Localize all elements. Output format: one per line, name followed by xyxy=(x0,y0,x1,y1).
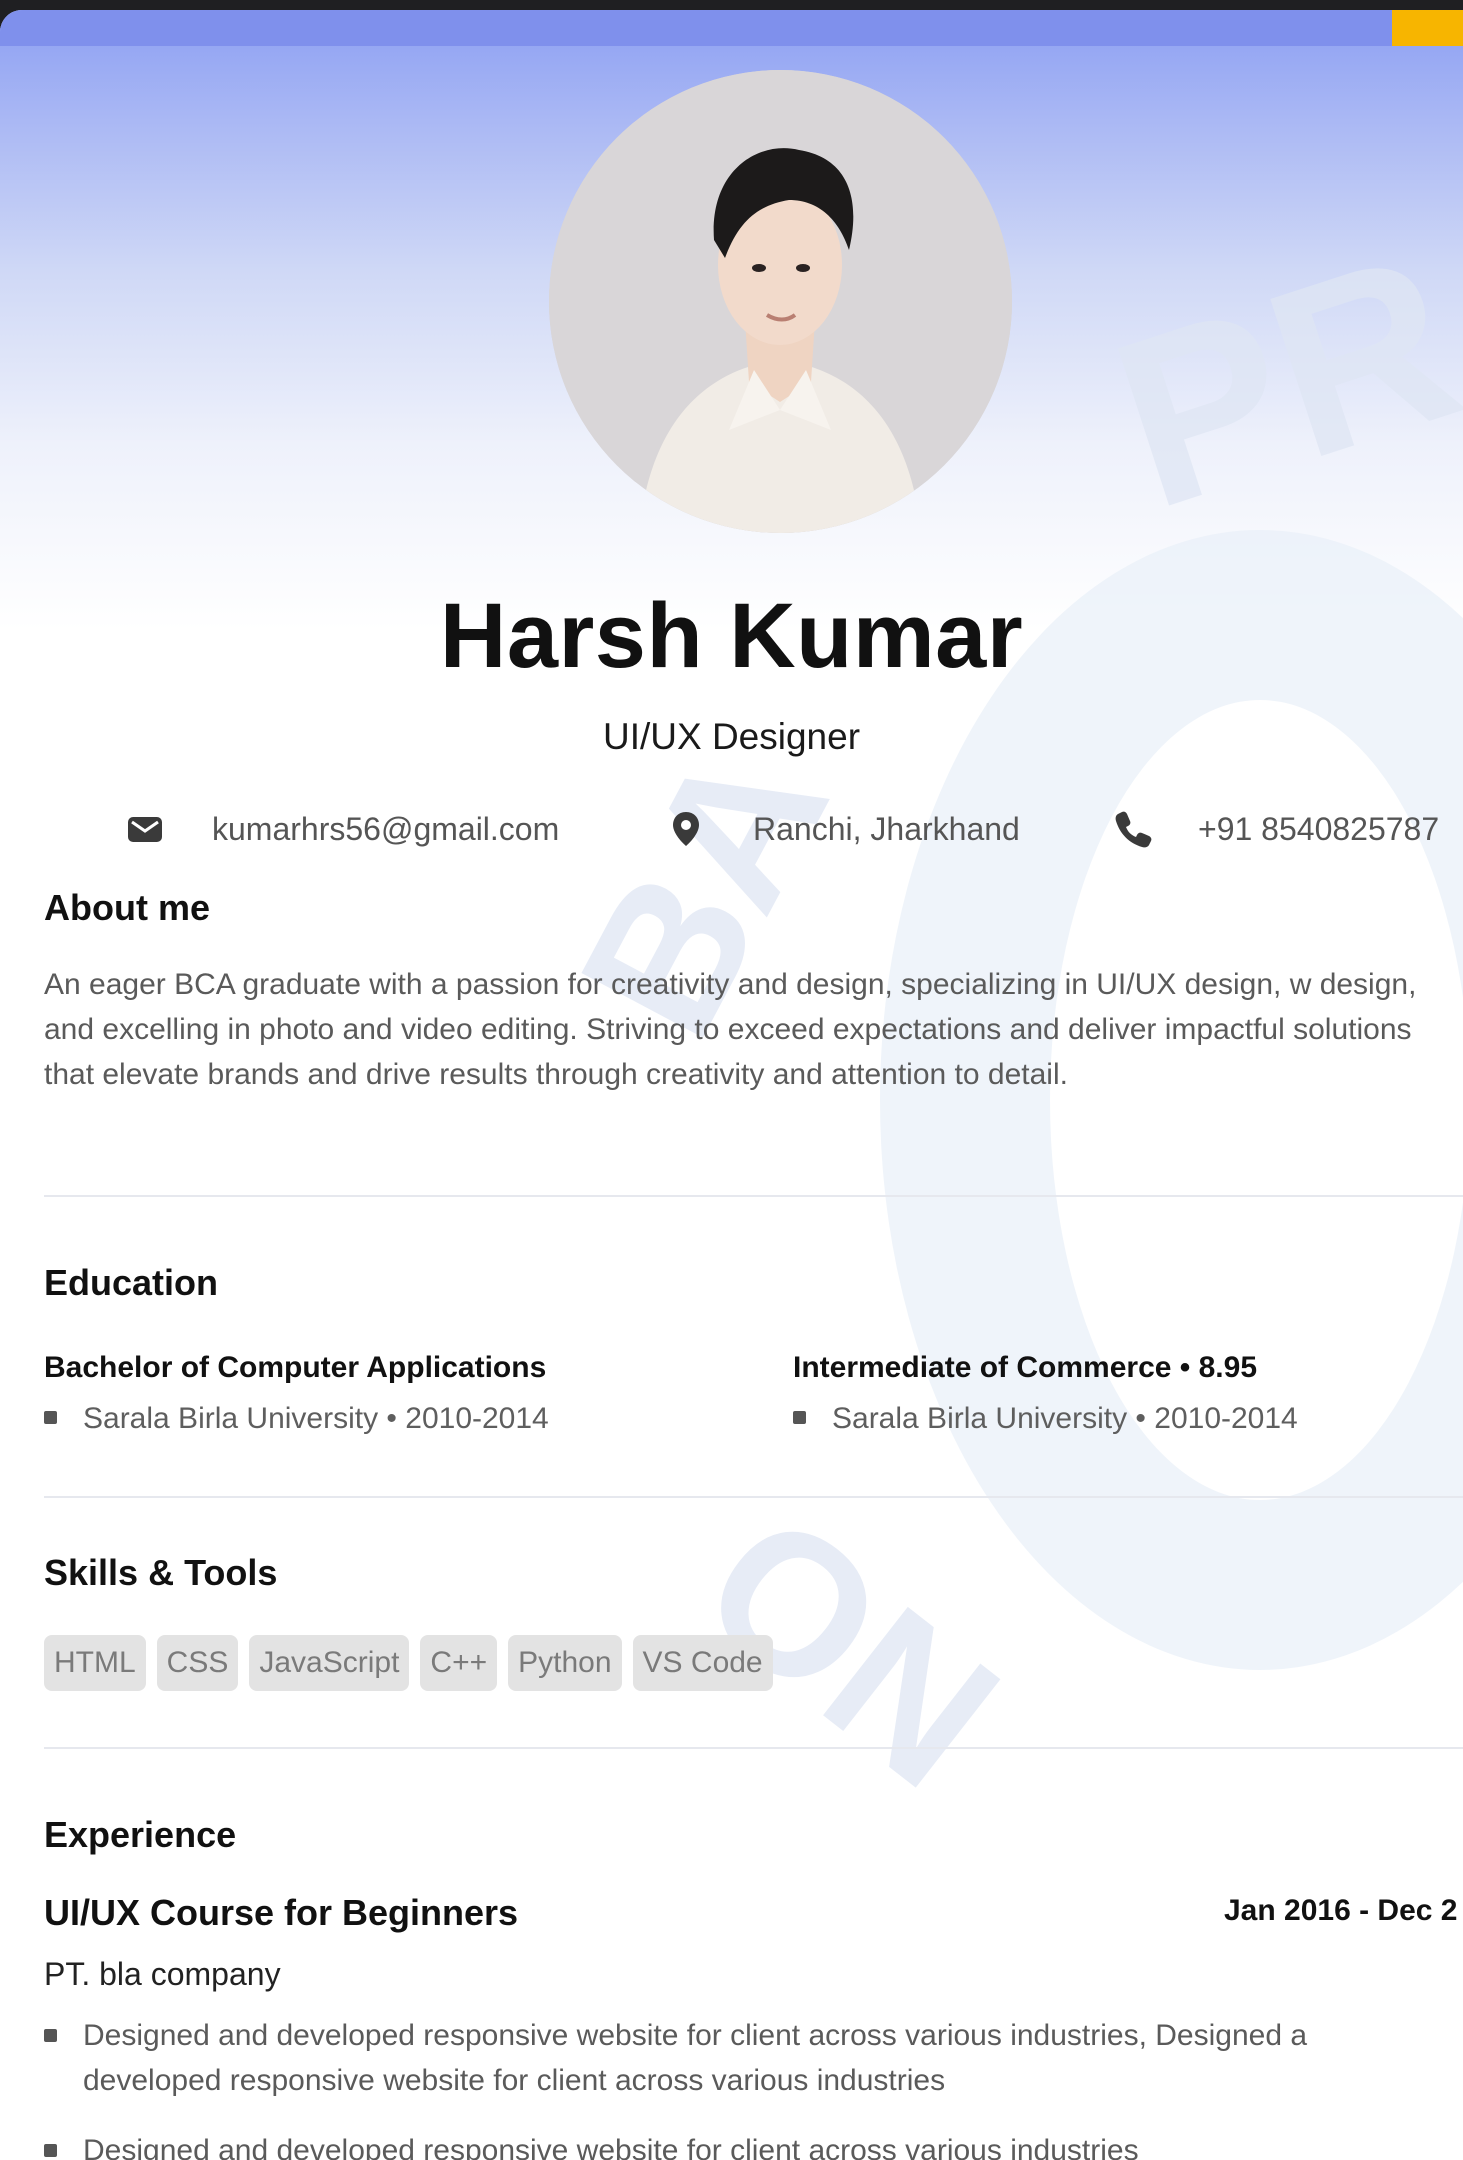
divider xyxy=(44,1496,1463,1498)
bullet xyxy=(44,2144,57,2157)
education-heading: Education xyxy=(44,1262,219,1303)
education-degree: Intermediate of Commerce • 8.95 xyxy=(793,1351,1258,1384)
about-text: An eager BCA graduate with a passion for… xyxy=(44,968,1417,1091)
experience-bullet-text: Designed and developed responsive websit… xyxy=(83,2019,1308,2097)
education-degree: Bachelor of Computer Applications xyxy=(44,1351,547,1384)
skill-tag: VS Code xyxy=(632,1635,773,1691)
experience-bullet-text: Designed and developed responsive websit… xyxy=(83,2134,1139,2160)
experience-title: UI/UX Course for Beginners xyxy=(44,1892,519,1933)
skills-heading: Skills & Tools xyxy=(44,1552,278,1593)
contact-row: kumarhrs56@gmail.com Ranchi, Jharkhand +… xyxy=(0,808,1463,852)
experience-bullet: Designed and developed responsive websit… xyxy=(44,2128,1463,2160)
resume-page: PR BA ON Harsh Kumar UI/UX Designer kuma… xyxy=(0,10,1463,2160)
mail-icon xyxy=(124,808,166,850)
phone-icon xyxy=(1112,808,1154,850)
experience-company: PT. bla company xyxy=(44,1956,281,1992)
divider xyxy=(44,1195,1463,1197)
contact-email[interactable]: kumarhrs56@gmail.com xyxy=(212,810,559,848)
skill-tag: HTML xyxy=(44,1635,146,1691)
skill-tag: Python xyxy=(508,1635,622,1691)
divider xyxy=(44,1747,1463,1749)
candidate-name: Harsh Kumar xyxy=(439,585,1024,687)
contact-location: Ranchi, Jharkhand xyxy=(753,811,1020,847)
education-detail: Sarala Birla University • 2010-2014 xyxy=(793,1404,1298,1434)
bullet xyxy=(44,2029,57,2042)
corner-accent-tab xyxy=(1392,10,1463,46)
experience-bullet: Designed and developed responsive websit… xyxy=(44,2013,1463,2103)
watermark-ring xyxy=(880,530,1463,1670)
skill-tag: JavaScript xyxy=(249,1635,410,1691)
hero-strip xyxy=(0,10,1392,46)
about-heading: About me xyxy=(44,887,210,928)
bullet xyxy=(793,1410,806,1424)
education-detail-text: Sarala Birla University • 2010-2014 xyxy=(832,1402,1298,1435)
contact-phone[interactable]: +91 8540825787 xyxy=(1198,810,1439,848)
bullet xyxy=(44,1410,57,1424)
skills-tag-list: HTML CSS JavaScript C++ Python VS Code xyxy=(44,1635,773,1691)
education-detail: Sarala Birla University • 2010-2014 xyxy=(44,1404,549,1434)
experience-dates: Jan 2016 - Dec 2 xyxy=(1224,1894,1458,1927)
candidate-role: UI/UX Designer xyxy=(602,716,861,757)
profile-photo xyxy=(549,70,1012,533)
experience-heading: Experience xyxy=(44,1814,237,1855)
education-detail-text: Sarala Birla University • 2010-2014 xyxy=(83,1402,549,1435)
skill-tag: CSS xyxy=(156,1635,239,1691)
skill-tag: C++ xyxy=(420,1635,498,1691)
location-pin-icon xyxy=(665,808,707,850)
